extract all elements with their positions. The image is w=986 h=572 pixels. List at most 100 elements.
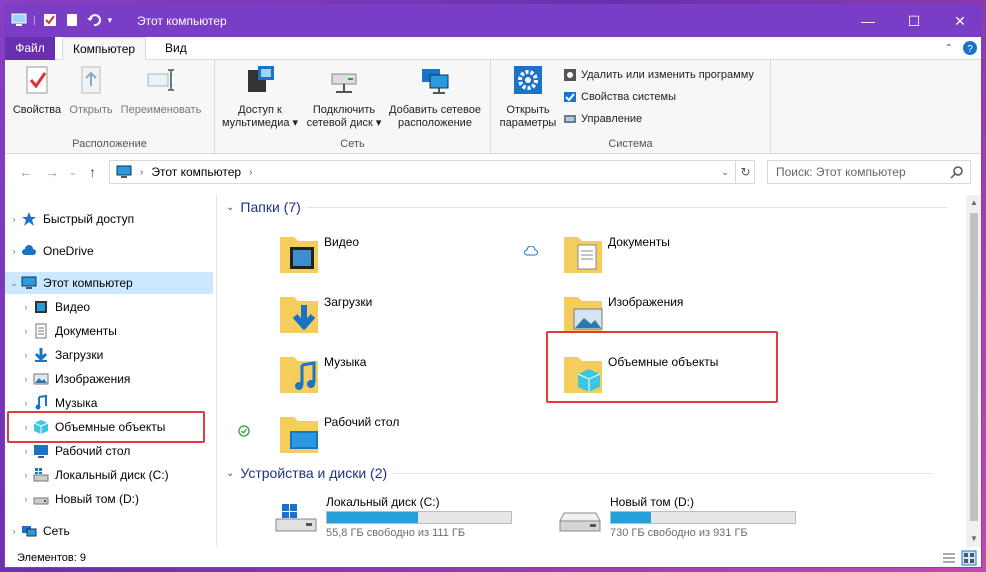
group-location: Свойства Открыть Переименовать Расположе… — [5, 60, 215, 154]
drive-tile-c[interactable]: Локальный диск (C:) 55,8 ГБ свободно из … — [274, 495, 534, 541]
nav-this-pc[interactable]: ⌄ Этот компьютер — [5, 272, 213, 294]
tab-computer[interactable]: Компьютер — [62, 37, 147, 61]
nav-drive-d[interactable]: › Новый том (D:) — [5, 488, 213, 510]
address-dropdown-icon[interactable]: ⌄ — [715, 160, 735, 184]
ribbon: Свойства Открыть Переименовать Расположе… — [5, 60, 981, 154]
system-properties-icon — [564, 92, 576, 102]
content-pane: ⌄ Папки (7) Видео Документы Загрузки Изо… — [218, 195, 966, 547]
network-location-icon — [422, 69, 449, 94]
expand-chevron-icon[interactable]: › — [7, 526, 21, 536]
expand-chevron-icon[interactable]: › — [19, 302, 33, 312]
tiles-view-icon[interactable] — [961, 550, 977, 566]
expand-chevron-icon[interactable]: › — [19, 350, 33, 360]
system-properties-button[interactable]: Свойства системы — [563, 90, 676, 104]
scroll-up-icon[interactable]: ▲ — [966, 195, 981, 211]
properties-check-icon[interactable] — [42, 12, 58, 28]
breadcrumb-chevron-icon[interactable]: › — [140, 167, 143, 178]
new-folder-icon[interactable] — [64, 12, 80, 28]
add-network-location-button[interactable]: Добавить сетевое расположение — [385, 64, 485, 130]
collapse-chevron-icon[interactable]: ⌄ — [226, 202, 234, 213]
breadcrumb[interactable]: › Этот компьютер › — [109, 160, 755, 184]
refresh-icon[interactable]: ↻ — [735, 160, 755, 184]
uninstall-program-label: Удалить или изменить программу — [581, 69, 754, 81]
nav-onedrive[interactable]: › OneDrive — [5, 240, 213, 262]
tab-file[interactable]: Файл — [5, 37, 55, 60]
expand-chevron-icon[interactable]: › — [19, 326, 33, 336]
group-network: Доступ к мультимедиа ▾ Подключить сетево… — [215, 60, 491, 154]
recent-locations-icon[interactable]: ⌄ — [69, 167, 77, 178]
drive-usage-bar — [610, 511, 796, 524]
search-input[interactable]: Поиск: Этот компьютер — [767, 160, 971, 184]
folder-tile-downloads[interactable]: Загрузки — [278, 291, 538, 341]
maximize-button[interactable]: ☐ — [891, 5, 937, 37]
open-button[interactable]: Открыть — [65, 64, 117, 117]
tab-view[interactable]: Вид — [155, 37, 197, 60]
drive-usage-fill — [611, 512, 651, 523]
help-icon[interactable]: ? — [963, 41, 977, 55]
details-view-icon[interactable] — [941, 550, 957, 566]
expand-chevron-icon[interactable]: › — [19, 374, 33, 384]
map-drive-button[interactable]: Подключить сетевой диск ▾ — [305, 64, 383, 130]
nav-network[interactable]: › Сеть — [5, 520, 213, 542]
expand-chevron-icon[interactable]: › — [19, 470, 33, 480]
expand-chevron-icon[interactable]: › — [19, 398, 33, 408]
forward-arrow-icon[interactable]: → — [45, 164, 59, 180]
group-header-folders[interactable]: ⌄ Папки (7) — [226, 199, 947, 215]
nav-label: Музыка — [55, 396, 98, 410]
group-header-drives[interactable]: ⌄ Устройства и диски (2) — [226, 465, 934, 481]
expand-chevron-icon[interactable]: › — [7, 214, 21, 224]
nav-documents[interactable]: › Документы — [5, 320, 213, 342]
hard-drive-icon — [559, 512, 601, 532]
nav-label: Новый том (D:) — [55, 492, 139, 506]
open-label: Открыть — [69, 104, 113, 116]
folder-name: Документы — [608, 235, 670, 249]
customize-qat-icon[interactable]: ▾ — [108, 15, 113, 26]
picture-icon — [33, 373, 49, 385]
collapse-chevron-icon[interactable]: ⌄ — [7, 278, 21, 289]
properties-button[interactable]: Свойства — [11, 64, 63, 117]
folder-tile-music[interactable]: Музыка — [278, 351, 538, 401]
open-settings-button[interactable]: Открыть параметры — [495, 64, 561, 130]
computer-icon — [11, 13, 27, 26]
breadcrumb-chevron-icon[interactable]: › — [249, 167, 252, 178]
close-button[interactable]: ✕ — [937, 5, 981, 37]
scrollbar-thumb[interactable] — [970, 213, 978, 521]
undo-icon[interactable] — [86, 12, 102, 28]
folder-tile-desktop[interactable]: Рабочий стол — [278, 411, 538, 461]
rename-button[interactable]: Переименовать — [117, 64, 205, 117]
manage-button[interactable]: Управление — [563, 112, 642, 126]
expand-chevron-icon[interactable]: › — [7, 246, 21, 256]
settings-gear-icon — [514, 66, 542, 94]
back-arrow-icon[interactable]: ← — [19, 164, 33, 180]
video-folder-icon — [280, 237, 318, 273]
drive-tile-d[interactable]: Новый том (D:) 730 ГБ свободно из 931 ГБ — [558, 495, 818, 541]
document-icon — [35, 323, 47, 339]
nav-downloads[interactable]: › Загрузки — [5, 344, 213, 366]
breadcrumb-this-pc[interactable]: Этот компьютер — [151, 165, 241, 179]
nav-drive-c[interactable]: › Локальный диск (C:) — [5, 464, 213, 486]
media-access-button[interactable]: Доступ к мультимедиа ▾ — [221, 64, 299, 130]
collapse-chevron-icon[interactable]: ⌄ — [226, 468, 234, 479]
expand-chevron-icon[interactable]: › — [19, 494, 33, 504]
group-system: Открыть параметры Удалить или изменить п… — [491, 60, 771, 154]
group-system-name: Система — [608, 138, 653, 150]
scroll-down-icon[interactable]: ▼ — [966, 531, 981, 547]
up-arrow-icon[interactable]: ↑ — [89, 164, 96, 180]
ribbon-expand-icon[interactable]: ⌃ — [945, 43, 953, 54]
expand-chevron-icon[interactable]: › — [19, 446, 33, 456]
minimize-button[interactable]: — — [845, 5, 891, 37]
vertical-scrollbar[interactable]: ▲ ▼ — [966, 195, 981, 547]
nav-quick-access[interactable]: › Быстрый доступ — [5, 208, 213, 230]
windows-drive-icon — [275, 504, 317, 532]
nav-pictures[interactable]: › Изображения — [5, 368, 213, 390]
view-switcher — [941, 550, 977, 566]
folder-tile-videos[interactable]: Видео — [278, 231, 538, 281]
open-settings-label-1: Открыть — [506, 104, 550, 116]
nav-videos[interactable]: › Видео — [5, 296, 213, 318]
uninstall-program-button[interactable]: Удалить или изменить программу — [563, 68, 754, 82]
folder-name: Загрузки — [324, 295, 373, 309]
window-controls: — ☐ ✕ — [845, 5, 981, 37]
nav-desktop[interactable]: › Рабочий стол — [5, 440, 213, 462]
folder-tile-documents[interactable]: Документы — [562, 231, 822, 281]
group-network-name: Сеть — [340, 138, 365, 150]
